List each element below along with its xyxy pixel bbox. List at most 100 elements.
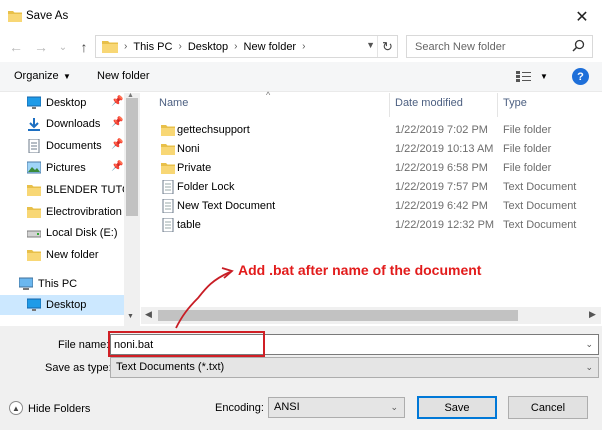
save-as-type-value: Text Documents (*.txt) <box>116 361 225 373</box>
pin-icon[interactable]: 📌 <box>111 139 123 150</box>
view-options-icon[interactable] <box>516 70 532 83</box>
pin-icon[interactable]: 📌 <box>111 161 123 172</box>
column-divider[interactable] <box>389 93 390 117</box>
save-as-type-select[interactable]: Text Documents (*.txt) ⌄ <box>110 357 599 378</box>
forward-icon[interactable]: → <box>32 38 50 56</box>
file-row[interactable]: Folder Lock 1/22/2019 7:57 PM Text Docum… <box>141 178 601 197</box>
file-type: Text Document <box>503 200 577 212</box>
file-name: gettechsupport <box>177 124 250 136</box>
file-type: Text Document <box>503 219 577 231</box>
refresh-icon[interactable]: ↻ <box>377 36 397 57</box>
file-type: File folder <box>503 162 552 174</box>
sidebar-item-label: Electrovibration <box>46 206 122 218</box>
scroll-down-icon[interactable]: ▼ <box>127 313 134 320</box>
search-box[interactable] <box>406 35 593 58</box>
navigation-scrollbar-thumb[interactable] <box>126 98 138 216</box>
caret-down-icon[interactable]: ▼ <box>63 72 71 81</box>
sidebar-item-desktop-selected[interactable]: Desktop <box>0 295 124 315</box>
file-name: New Text Document <box>177 200 276 212</box>
new-folder-button[interactable]: New folder <box>97 70 150 82</box>
sidebar-item-local-disk-e[interactable]: Local Disk (E:) <box>0 223 124 243</box>
annotation-arrow <box>175 267 234 329</box>
file-name-label: File name: <box>58 339 110 351</box>
chevron-down-icon[interactable]: ⌄ <box>585 339 593 350</box>
help-icon[interactable]: ? <box>572 68 589 85</box>
file-row[interactable]: gettechsupport 1/22/2019 7:02 PM File fo… <box>141 121 601 140</box>
file-name: table <box>177 219 201 231</box>
sidebar-item-blender-tutor[interactable]: BLENDER TUTOR <box>0 180 139 200</box>
file-row[interactable]: Private 1/22/2019 6:58 PM File folder <box>141 159 601 178</box>
back-icon[interactable]: ← <box>7 38 25 56</box>
sidebar-item-label: Downloads <box>46 118 101 130</box>
sidebar-item-label: This PC <box>38 278 78 290</box>
pin-icon[interactable]: 📌 <box>111 117 123 128</box>
file-row[interactable]: table 1/22/2019 12:32 PM Text Document <box>141 216 601 235</box>
organize-button[interactable]: Organize <box>14 70 59 82</box>
search-icon <box>572 39 585 52</box>
sidebar-item-label: Documents <box>46 140 102 152</box>
cancel-button[interactable]: Cancel <box>508 396 588 419</box>
save-as-window-icon <box>8 11 22 22</box>
file-date: 1/22/2019 7:02 PM <box>395 124 488 136</box>
breadcrumb-this-pc[interactable]: This PC <box>133 41 172 53</box>
annotation-highlight-box <box>108 331 265 357</box>
file-name: Private <box>177 162 212 174</box>
save-as-type-label: Save as type: <box>45 362 112 374</box>
file-date: 1/22/2019 6:42 PM <box>395 200 488 212</box>
file-row[interactable]: New Text Document 1/22/2019 6:42 PM Text… <box>141 197 601 216</box>
recent-locations-icon[interactable]: ⌄ <box>54 38 72 56</box>
chevron-down-icon[interactable]: ▼ <box>366 40 375 50</box>
desktop-icon <box>27 96 41 109</box>
sidebar-item-label: Desktop <box>46 97 87 109</box>
file-row[interactable]: Noni 1/22/2019 10:13 AM File folder <box>141 140 601 159</box>
file-date: 1/22/2019 12:32 PM <box>395 219 495 231</box>
window-title: Save As <box>26 10 69 22</box>
column-header-name[interactable]: Name <box>159 97 188 109</box>
text-document-icon <box>162 218 174 232</box>
file-type: File folder <box>503 143 552 155</box>
caret-down-icon[interactable]: ▼ <box>540 72 548 81</box>
folder-icon <box>27 185 41 196</box>
breadcrumb-new-folder[interactable]: New folder <box>244 41 297 53</box>
annotation-text: Add .bat after name of the document <box>238 262 482 278</box>
sidebar-item-this-pc[interactable]: This PC <box>0 274 124 294</box>
sidebar-item-pictures[interactable]: Pictures 📌 <box>0 158 124 178</box>
chevron-down-icon[interactable]: ⌄ <box>585 362 593 373</box>
encoding-select[interactable]: ANSI ⌄ <box>268 397 405 418</box>
close-button[interactable]: ✕ <box>562 0 602 33</box>
up-icon[interactable]: ↑ <box>75 38 93 56</box>
file-type: File folder <box>503 124 552 136</box>
file-date: 1/22/2019 7:57 PM <box>395 181 488 193</box>
breadcrumb-separator: › <box>124 41 128 52</box>
column-header-date-modified[interactable]: Date modified <box>395 97 463 109</box>
drive-icon <box>27 230 41 238</box>
search-input[interactable] <box>407 36 567 57</box>
file-date: 1/22/2019 6:58 PM <box>395 162 488 174</box>
file-name: Noni <box>177 143 200 155</box>
breadcrumb-separator: › <box>302 41 306 52</box>
scroll-right-icon[interactable]: ▶ <box>589 309 596 320</box>
navigation-pane: Desktop 📌 Downloads 📌 Documents 📌 Pictur… <box>0 93 140 326</box>
sidebar-item-electrovibration[interactable]: Electrovibration <box>0 202 124 222</box>
sidebar-item-new-folder[interactable]: New folder <box>0 245 124 265</box>
sidebar-item-downloads[interactable]: Downloads 📌 <box>0 114 124 134</box>
encoding-value: ANSI <box>274 401 300 413</box>
column-header-type[interactable]: Type <box>503 97 527 109</box>
encoding-label: Encoding: <box>215 402 264 414</box>
sidebar-item-desktop[interactable]: Desktop 📌 <box>0 93 124 113</box>
column-divider[interactable] <box>497 93 498 117</box>
sort-indicator-icon: ^ <box>266 90 271 100</box>
chevron-down-icon[interactable]: ⌄ <box>390 402 398 413</box>
save-button[interactable]: Save <box>417 396 497 419</box>
command-bar <box>0 62 602 92</box>
scroll-up-icon[interactable]: ▲ <box>127 92 134 99</box>
chevron-up-icon[interactable]: ▲ <box>9 401 23 415</box>
breadcrumb-desktop[interactable]: Desktop <box>188 41 228 53</box>
scroll-left-icon[interactable]: ◀ <box>145 309 152 320</box>
hide-folders-button[interactable]: Hide Folders <box>28 403 90 415</box>
folder-icon <box>27 250 41 261</box>
pin-icon[interactable]: 📌 <box>111 96 123 107</box>
sidebar-item-documents[interactable]: Documents 📌 <box>0 136 124 156</box>
folder-icon <box>102 41 118 53</box>
address-bar[interactable]: › This PC › Desktop › New folder › ▼ ↻ <box>95 35 398 58</box>
